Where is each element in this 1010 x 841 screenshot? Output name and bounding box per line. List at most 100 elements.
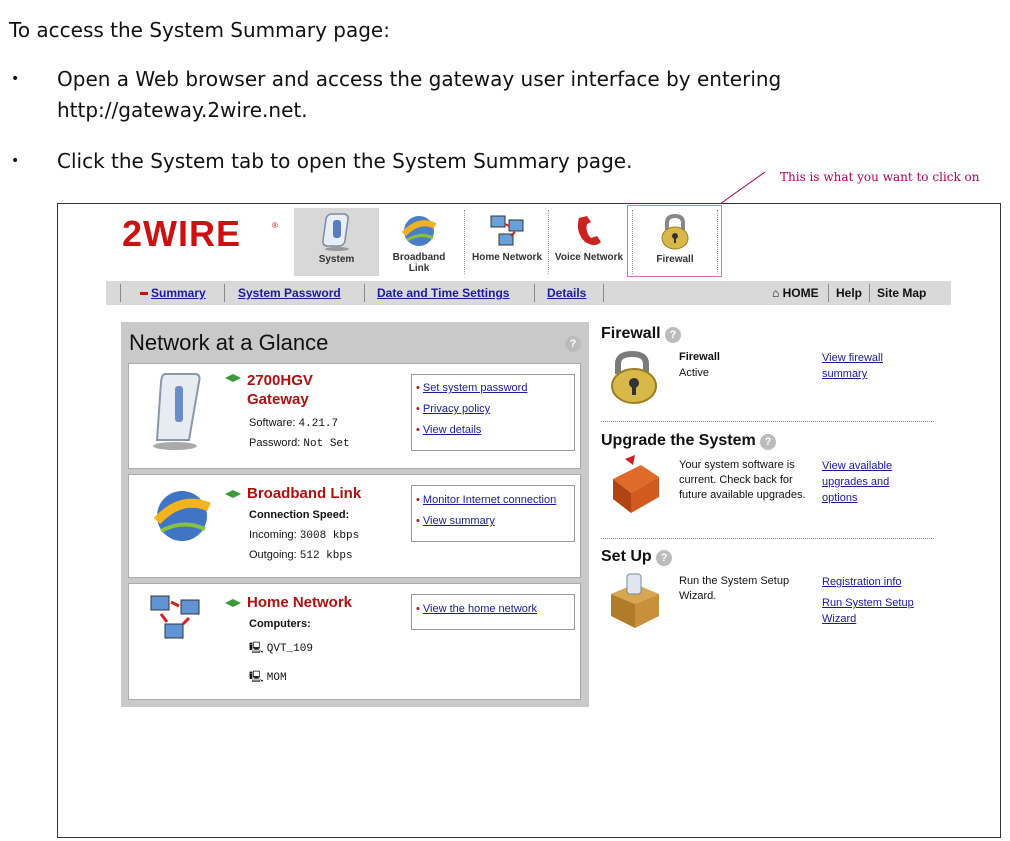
help-icon[interactable]: ? bbox=[656, 550, 673, 566]
network-icon bbox=[490, 215, 524, 246]
globe-icon bbox=[153, 491, 211, 541]
subnav-details[interactable]: Details bbox=[547, 286, 586, 300]
setup-box-icon bbox=[611, 573, 659, 628]
computer-icon: 🖳 bbox=[249, 642, 264, 654]
tab-divider bbox=[464, 210, 465, 274]
annotation-pointer bbox=[719, 171, 766, 205]
site-map-link[interactable]: Site Map bbox=[877, 286, 926, 300]
gateway-box: 2700HGV Gateway Software: 4.21.7 Passwor… bbox=[128, 363, 581, 469]
set-system-password-link[interactable]: Set system password bbox=[423, 382, 528, 394]
registration-info-link[interactable]: Registration info bbox=[822, 574, 922, 590]
svg-text:2WIRE: 2WIRE bbox=[122, 214, 241, 254]
globe-icon bbox=[401, 216, 437, 246]
subnav-divider bbox=[603, 284, 604, 302]
software-value: 4.21.7 bbox=[298, 418, 339, 430]
broadband-links-box: • Monitor Internet connection • View sum… bbox=[411, 485, 575, 542]
computer-name: QVT_109 bbox=[266, 643, 313, 655]
view-available-upgrades-link[interactable]: View available upgrades and options bbox=[822, 458, 912, 506]
upgrade-icon bbox=[613, 455, 659, 513]
system-icon bbox=[321, 213, 349, 251]
gateway-name: 2700HGV Gateway bbox=[247, 372, 313, 408]
subnav-date-time-settings[interactable]: Date and Time Settings bbox=[377, 286, 509, 300]
link-item: • Monitor Internet connection bbox=[416, 494, 557, 506]
subnav-divider bbox=[364, 284, 365, 302]
help-link[interactable]: Help bbox=[836, 286, 862, 300]
monitor-internet-connection-link[interactable]: Monitor Internet connection bbox=[423, 494, 556, 506]
setup-text: Run the System Setup Wizard. bbox=[679, 575, 790, 602]
tab-broadband-link[interactable]: Broadband Link bbox=[381, 208, 457, 276]
outgoing-speed: Outgoing: 512 kbps bbox=[249, 549, 353, 562]
subnav-divider bbox=[224, 284, 225, 302]
link-item: • View details bbox=[416, 424, 482, 436]
firewall-tab-highlight bbox=[627, 205, 722, 277]
tab-system-label: System bbox=[318, 254, 355, 265]
computer-entry: 🖳 QVT_109 bbox=[249, 639, 313, 658]
view-summary-link[interactable]: View summary bbox=[423, 515, 495, 527]
subnav-divider bbox=[828, 284, 829, 302]
tab-voice-network[interactable]: Voice Network bbox=[554, 208, 624, 276]
setup-section: Set Up ? bbox=[601, 548, 673, 566]
subnav-divider bbox=[534, 284, 535, 302]
help-icon[interactable]: ? bbox=[665, 327, 682, 343]
subnav-divider bbox=[869, 284, 870, 302]
firewall-section-title: Firewall bbox=[601, 325, 661, 342]
upgrade-section-title: Upgrade the System bbox=[601, 432, 756, 449]
home-icon: ⌂ bbox=[772, 286, 780, 300]
computer-icon: 🖳 bbox=[249, 671, 264, 683]
incoming-value: 3008 kbps bbox=[299, 530, 360, 542]
tab-system[interactable]: System bbox=[294, 208, 379, 276]
upgrade-section: Upgrade the System ? bbox=[601, 432, 777, 450]
current-marker-icon bbox=[140, 292, 148, 295]
connection-speed-label: Connection Speed: bbox=[249, 509, 350, 521]
tab-divider bbox=[548, 210, 549, 274]
svg-text:®: ® bbox=[272, 221, 278, 230]
subnav-summary[interactable]: Summary bbox=[151, 286, 206, 300]
computer-name: MOM bbox=[266, 672, 287, 684]
status-arrow-icon bbox=[225, 374, 241, 382]
broadband-link-name: Broadband Link bbox=[247, 485, 362, 502]
help-icon[interactable]: ? bbox=[565, 336, 581, 352]
run-system-setup-wizard-link[interactable]: Run System Setup Wizard bbox=[822, 595, 922, 627]
link-item: • Set system password bbox=[416, 382, 528, 394]
tab-home-network[interactable]: Home Network bbox=[470, 208, 544, 276]
network-at-a-glance-panel: Network at a Glance ? 2700HGV Gateway So… bbox=[121, 322, 589, 707]
2wire-logo: 2WIRE ® bbox=[122, 213, 282, 258]
lock-icon bbox=[611, 350, 657, 404]
home-network-name: Home Network bbox=[247, 594, 353, 611]
firewall-section: Firewall ? bbox=[601, 325, 682, 343]
firewall-status-value: Active bbox=[679, 367, 709, 379]
section-divider bbox=[601, 538, 934, 539]
tab-home-network-label: Home Network bbox=[471, 252, 542, 263]
tab-broadband-link-label: Broadband Link bbox=[392, 252, 446, 274]
home-link-label: HOME bbox=[782, 286, 819, 300]
gateway-links-box: • Set system password • Privacy policy •… bbox=[411, 374, 575, 451]
system-subnav: Summary System Password Date and Time Se… bbox=[106, 281, 951, 305]
link-item: • Privacy policy bbox=[416, 403, 491, 415]
software-label: Software: bbox=[249, 417, 296, 429]
computer-entry: 🖳 MOM bbox=[249, 668, 287, 687]
password-label: Password: bbox=[249, 437, 301, 449]
view-firewall-summary-link[interactable]: View firewall summary bbox=[822, 350, 912, 382]
home-network-box: Home Network Computers: 🖳 QVT_109 🖳 MOM … bbox=[128, 583, 581, 700]
outgoing-label: Outgoing: bbox=[249, 549, 297, 561]
incoming-label: Incoming: bbox=[249, 529, 297, 541]
help-icon[interactable]: ? bbox=[760, 434, 777, 450]
privacy-policy-link[interactable]: Privacy policy bbox=[423, 403, 490, 415]
panel-title: Network at a Glance bbox=[129, 330, 329, 355]
subnav-system-password[interactable]: System Password bbox=[238, 286, 341, 300]
subnav-divider bbox=[120, 284, 121, 302]
upgrade-text: Your system software is current. Check b… bbox=[679, 459, 806, 501]
tab-voice-network-label: Voice Network bbox=[554, 252, 624, 263]
status-arrow-icon bbox=[225, 599, 241, 607]
home-link[interactable]: ⌂ HOME bbox=[772, 286, 819, 300]
outgoing-value: 512 kbps bbox=[299, 550, 353, 562]
password-value: Not Set bbox=[303, 438, 350, 450]
password-status: Password: Not Set bbox=[249, 437, 350, 450]
computers-label: Computers: bbox=[249, 618, 311, 630]
broadband-box: Broadband Link Connection Speed: Incomin… bbox=[128, 474, 581, 578]
view-details-link[interactable]: View details bbox=[423, 424, 482, 436]
link-item: • View the home network bbox=[416, 603, 538, 615]
incoming-speed: Incoming: 3008 kbps bbox=[249, 529, 359, 542]
setup-section-title: Set Up bbox=[601, 548, 652, 565]
view-home-network-link[interactable]: View the home network bbox=[423, 603, 537, 615]
